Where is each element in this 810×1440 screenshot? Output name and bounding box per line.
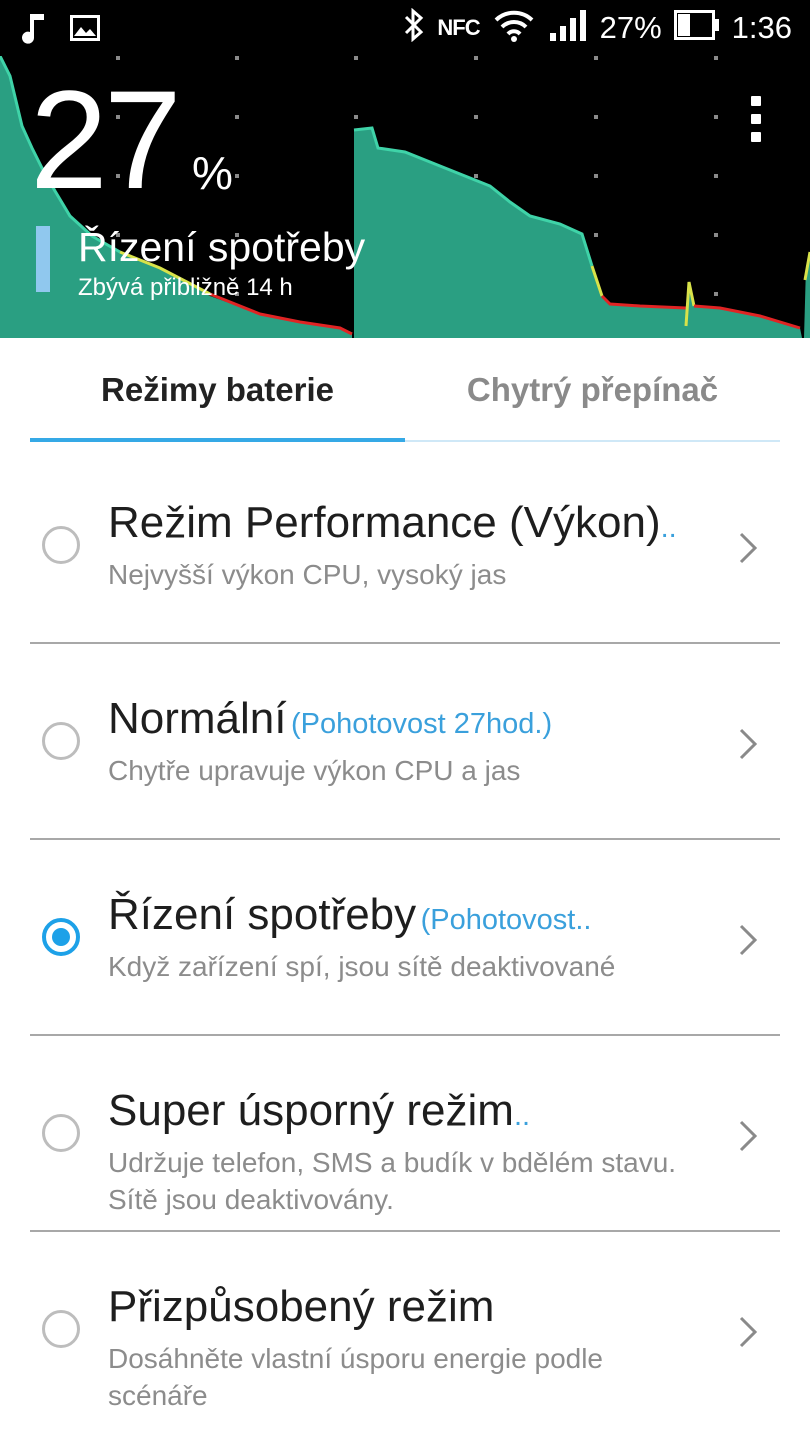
mode-tabs: Režimy baterie Chytrý přepínač (30, 338, 780, 444)
grid-dot (714, 56, 718, 60)
clock: 1:36 (731, 9, 792, 45)
radio-power-saving[interactable] (42, 918, 80, 956)
battery-mode-list: Režim Performance (Výkon).. Nejvyšší výk… (0, 448, 810, 1428)
grid-dot (474, 174, 478, 178)
grid-dot (235, 174, 239, 178)
radio-super-saving[interactable] (42, 1114, 80, 1152)
mode-standby: .. (513, 1100, 531, 1132)
grid-dot (714, 292, 718, 296)
tab-smart-switch[interactable]: Chytrý přepínač (405, 338, 780, 442)
chevron-right-icon[interactable] (736, 920, 760, 960)
mode-description: Nejvyšší výkon CPU, vysoký jas (108, 559, 507, 590)
battery-usage-graph: 27 % Řízení spotřeby Zbývá přibližně 14 … (0, 56, 810, 338)
grid-dot (474, 56, 478, 60)
grid-dot (594, 115, 598, 119)
more-options-icon[interactable] (744, 96, 768, 146)
grid-dot (354, 56, 358, 60)
mode-standby: (Pohotovost.. (420, 904, 592, 936)
grid-dot (714, 233, 718, 237)
grid-dot (714, 174, 718, 178)
remaining-time: Zbývá přibližně 14 h (78, 274, 293, 301)
percent-sign: % (192, 147, 233, 199)
mode-title: Řízení spotřeby (108, 890, 417, 939)
grid-dot (594, 56, 598, 60)
chevron-right-icon[interactable] (736, 1116, 760, 1156)
grid-dot (116, 56, 120, 60)
mode-title: Normální (108, 694, 287, 743)
radio-custom[interactable] (42, 1310, 80, 1348)
mode-title: Režim Performance (Výkon) (108, 498, 661, 547)
tab-active-indicator (30, 438, 405, 442)
grid-dot (235, 115, 239, 119)
music-note-icon (22, 10, 48, 51)
battery-percent-large: 27 (30, 61, 182, 218)
current-mode-marker (36, 226, 50, 292)
grid-dot (474, 115, 478, 119)
grid-dot (594, 233, 598, 237)
grid-dot (235, 56, 239, 60)
mode-description: Dosáhněte vlastní úsporu energie podle s… (108, 1343, 604, 1411)
chevron-right-icon[interactable] (736, 528, 760, 568)
mode-item-normal[interactable]: Normální (Pohotovost 27hod.) Chytře upra… (0, 644, 810, 840)
tab-battery-modes[interactable]: Režimy baterie (30, 338, 405, 442)
mode-title: Super úsporný režim (108, 1086, 514, 1135)
signal-icon (548, 9, 588, 46)
grid-dot (354, 115, 358, 119)
mode-item-power-saving[interactable]: Řízení spotřeby (Pohotovost.. Když zaříz… (0, 840, 810, 1036)
chevron-right-icon[interactable] (736, 724, 760, 764)
radio-normal[interactable] (42, 722, 80, 760)
mode-description: Udržuje telefon, SMS a budík v bdělém st… (108, 1147, 677, 1215)
wifi-icon (492, 8, 536, 47)
grid-dot (714, 115, 718, 119)
image-icon (70, 15, 100, 46)
mode-item-custom[interactable]: Přizpůsobený režim Dosáhněte vlastní úsp… (0, 1232, 810, 1428)
nfc-icon: NFC (437, 14, 480, 40)
mode-title: Přizpůsobený režim (108, 1282, 495, 1331)
chevron-right-icon[interactable] (736, 1312, 760, 1352)
grid-dot (594, 174, 598, 178)
radio-performance[interactable] (42, 526, 80, 564)
mode-item-super-saving[interactable]: Super úsporný režim.. Udržuje telefon, S… (0, 1036, 810, 1232)
current-mode-name: Řízení spotřeby (78, 224, 366, 270)
status-bar: NFC 27% 1:36 (0, 0, 810, 56)
mode-item-performance[interactable]: Režim Performance (Výkon).. Nejvyšší výk… (0, 448, 810, 644)
bluetooth-icon (403, 7, 425, 47)
mode-description: Když zařízení spí, jsou sítě deaktivovan… (108, 951, 616, 982)
mode-description: Chytře upravuje výkon CPU a jas (108, 755, 521, 786)
mode-standby: (Pohotovost 27hod.) (290, 708, 553, 740)
mode-standby: .. (660, 512, 677, 544)
battery-icon (673, 10, 720, 45)
battery-percent: 27% (599, 9, 662, 45)
